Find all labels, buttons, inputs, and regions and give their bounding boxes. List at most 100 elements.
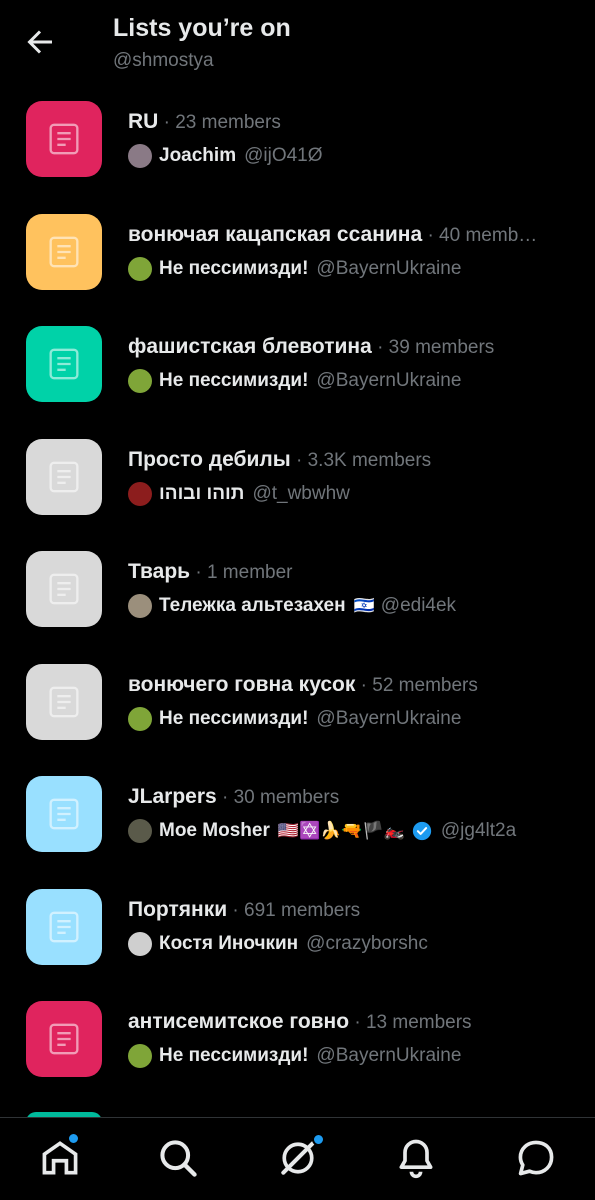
search-icon <box>160 1140 197 1177</box>
list-member-count: · 13 members <box>349 1012 472 1033</box>
list-title-row: Просто дебилы · 3.3K members <box>128 448 561 472</box>
list-member-count: · 40 memb… <box>422 224 538 246</box>
list-owner[interactable]: Тележка альтезахен 🇮🇱 @edi4ek <box>128 594 565 618</box>
list-name: антисемитское говно <box>128 1010 350 1033</box>
list-title-row: RU · 23 members <box>128 110 561 134</box>
owner-handle: @t_wbwhw <box>252 482 350 504</box>
list-name: Портянки <box>128 897 228 921</box>
list-owner[interactable]: Не пессимизди! @BayernUkraine <box>128 256 565 281</box>
bottom-nav <box>0 1117 595 1200</box>
list-name: RU <box>128 110 159 133</box>
chat-bubble-icon <box>518 1140 554 1176</box>
list-icon <box>49 573 79 605</box>
list-cover <box>26 101 102 177</box>
page-subtitle: @shmostya <box>113 50 214 71</box>
arrow-left-icon <box>27 30 52 54</box>
list-item[interactable]: антисемитское говно · 13 members Не песси… <box>0 996 595 1109</box>
list-owner[interactable]: Не пессимизди! @BayernUkraine <box>128 369 565 393</box>
list-cover <box>26 326 102 402</box>
nav-messages[interactable] <box>514 1136 558 1180</box>
owner-emoji: 🇮🇱 <box>353 596 375 616</box>
owner-handle: @BayernUkraine <box>316 370 462 391</box>
avatar <box>128 594 152 618</box>
list-item[interactable]: RU · 23 members Joachim @ijO41Ø <box>0 96 595 209</box>
owner-name: תוהו ובוהו <box>159 482 245 504</box>
owner-handle: @edi4ek <box>380 595 457 616</box>
list-cover <box>26 438 102 515</box>
list-item[interactable]: вонючего говна кусок · 52 members Не песс… <box>0 659 595 772</box>
owner-name: Не пессимизди! <box>159 1045 309 1066</box>
avatar <box>128 369 152 393</box>
list-owner[interactable]: Не пессимизди! @BayernUkraine <box>128 706 565 731</box>
list-cover <box>26 888 102 965</box>
list-item[interactable]: Тварь · 1 member Тележка альтезахен 🇮🇱 @edi… <box>0 546 595 659</box>
list-title-row: вонючая кацапская ссанина · 40 memb… <box>128 223 561 247</box>
list-item[interactable]: Просто дебилы · 3.3K members תוהו ובוהו @t… <box>0 434 595 547</box>
avatar <box>128 256 152 281</box>
list-owner[interactable]: Не пессимизди! @BayernUkraine <box>128 1044 565 1068</box>
owner-emoji: 🇺🇸✡️🍌🔫🏴🏍️ <box>277 821 405 841</box>
owner-handle: @jg4lt2a <box>440 820 517 841</box>
list-icon <box>49 348 79 380</box>
list-icon <box>49 123 79 155</box>
list-title-row: Тварь · 1 member <box>128 560 561 584</box>
list-title-row: вонючего говна кусок · 52 members <box>128 673 561 697</box>
back-button[interactable] <box>22 24 58 60</box>
nav-home[interactable] <box>38 1132 82 1180</box>
avatar <box>128 819 152 843</box>
list-member-count: · 1 member <box>190 562 293 583</box>
list-member-count: · 30 members <box>216 787 340 808</box>
list-owner[interactable]: תוהו ובוהו @t_wbwhw <box>128 481 565 506</box>
owner-name: Тележка альтезахен <box>159 595 346 616</box>
list-icon <box>49 461 79 492</box>
list-icon <box>49 1023 79 1055</box>
list-owner[interactable]: Костя Иночкин @crazyborshc <box>128 931 565 956</box>
list-cover <box>26 1001 102 1077</box>
nav-grok[interactable] <box>276 1133 325 1180</box>
list-cover <box>26 776 102 852</box>
lists-container: RU · 23 members Joachim @ijO41Ø вонючая кац… <box>0 96 595 1109</box>
avatar <box>128 1044 152 1068</box>
list-item[interactable]: фашистская блевотина · 39 members Не песс… <box>0 321 595 434</box>
list-member-count: · 52 members <box>355 674 478 696</box>
list-icon <box>49 798 79 830</box>
owner-name: Moe Mosher <box>159 820 270 841</box>
list-name: Тварь <box>128 560 191 583</box>
list-name: JLarpers <box>128 785 217 808</box>
owner-handle: @BayernUkraine <box>316 707 462 729</box>
owner-name: Не пессимизди! <box>159 707 309 729</box>
list-title-row: Портянки · 691 members <box>128 898 561 922</box>
list-icon <box>49 911 79 942</box>
list-cover <box>26 213 102 290</box>
page-title: Lists you’re on <box>113 14 291 42</box>
list-owner[interactable]: Joachim @ijO41Ø <box>128 144 565 168</box>
list-cover <box>26 663 102 740</box>
list-title-row: фашистская блевотина · 39 members <box>128 335 561 359</box>
list-name: вонючего говна кусок <box>128 672 356 696</box>
owner-handle: @crazyborshc <box>306 932 428 954</box>
owner-name: Не пессимизди! <box>159 370 309 391</box>
list-icon <box>49 236 79 267</box>
grok-notification-dot <box>312 1133 325 1146</box>
list-item[interactable]: Портянки · 691 members Костя Иночкин @craz… <box>0 884 595 997</box>
list-member-count: · 39 members <box>371 337 495 358</box>
avatar <box>128 481 152 506</box>
owner-name: Не пессимизди! <box>159 257 309 279</box>
list-name: Просто дебилы <box>128 447 291 471</box>
home-notification-dot <box>67 1132 80 1145</box>
avatar <box>128 931 152 956</box>
nav-notifications[interactable] <box>394 1136 438 1180</box>
verified-badge-icon <box>412 821 432 841</box>
owner-handle: @BayernUkraine <box>316 257 462 279</box>
list-owner[interactable]: Moe Mosher 🇺🇸✡️🍌🔫🏴🏍️ @jg4lt2a <box>128 819 565 843</box>
owner-handle: @ijO41Ø <box>244 145 323 166</box>
list-cover <box>26 551 102 627</box>
list-member-count: · 23 members <box>158 112 281 133</box>
list-item[interactable]: JLarpers · 30 members Moe Mosher 🇺🇸✡️🍌🔫🏴🏍️… <box>0 771 595 884</box>
list-title-row: антисемитское говно · 13 members <box>128 1010 561 1034</box>
list-member-count: · 3.3K members <box>290 449 432 471</box>
list-item[interactable]: вонючая кацапская ссанина · 40 memb… Не п… <box>0 209 595 322</box>
owner-name: Joachim <box>159 145 237 166</box>
nav-search[interactable] <box>156 1136 200 1180</box>
list-icon <box>49 686 79 717</box>
